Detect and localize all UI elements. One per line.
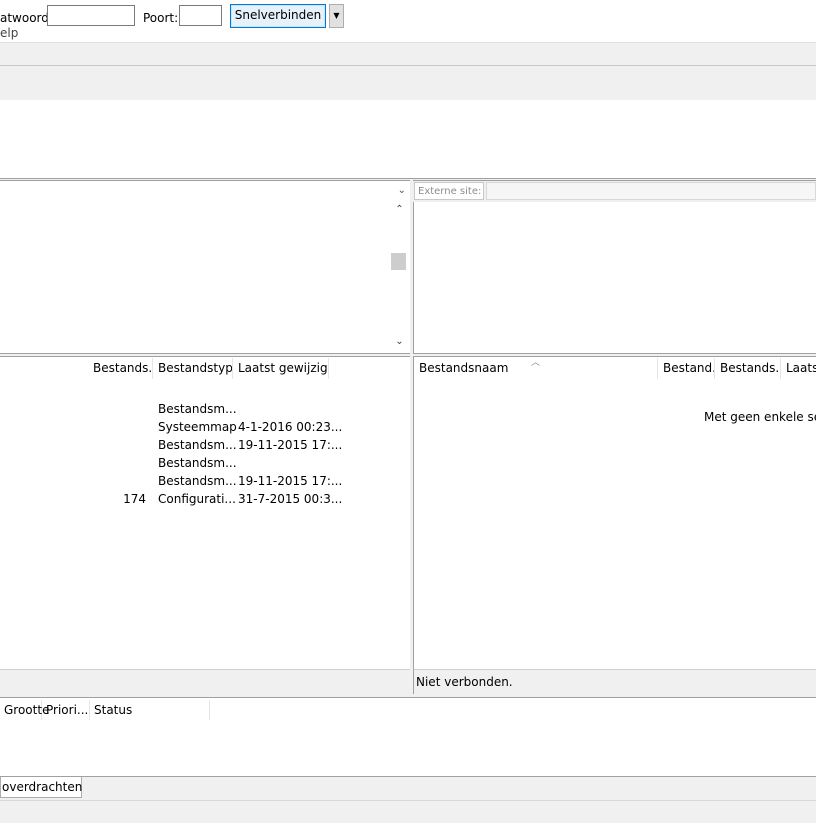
remote-site-input: [486, 182, 816, 200]
local-row-type: Systeemmap: [158, 420, 237, 434]
local-directory-tree[interactable]: [0, 202, 410, 354]
local-status-bar: [0, 669, 410, 694]
chevron-down-icon[interactable]: ⌄: [398, 185, 406, 196]
local-row-type: Configurati...: [158, 492, 236, 506]
local-row-size: [100, 472, 146, 490]
local-row-modified: 31-7-2015 00:3...: [238, 492, 343, 506]
remote-directory-tree[interactable]: [413, 202, 816, 354]
local-row-modified: 19-11-2015 17:...: [238, 438, 343, 452]
scrollbar-thumb[interactable]: [391, 253, 406, 270]
local-column-type[interactable]: Bestandstype: [153, 358, 233, 379]
remote-file-list[interactable]: [413, 356, 816, 670]
local-row-type: Bestandsm...: [158, 402, 237, 416]
queue-column-size[interactable]: Grootte: [0, 700, 49, 720]
quickconnect-bar: [0, 65, 816, 101]
message-log[interactable]: [0, 100, 816, 179]
port-label: Poort:: [143, 11, 179, 25]
status-bar: [0, 800, 816, 823]
local-row-modified: 19-11-2015 17:...: [238, 474, 343, 488]
remote-site-label: Externe site:: [414, 182, 484, 200]
tab-transfers[interactable]: overdrachten: [0, 777, 82, 798]
local-row-modified: 4-1-2016 00:23...: [238, 420, 343, 434]
local-row-size: [100, 436, 146, 454]
local-column-modified[interactable]: Laatst gewijzigd: [233, 358, 329, 379]
queue-column-status[interactable]: Status: [90, 700, 210, 720]
password-label: atwoord:: [0, 11, 53, 25]
quickconnect-dropdown-button[interactable]: ▼: [329, 4, 344, 28]
queue-column-priority[interactable]: Priori...: [42, 700, 90, 720]
scroll-up-icon[interactable]: ⌃: [392, 204, 407, 215]
remote-empty-message: Met geen enkele serv: [704, 410, 816, 424]
local-column-size[interactable]: Bestands...: [88, 358, 153, 379]
password-field[interactable]: [47, 5, 135, 26]
menu-item-help[interactable]: elp: [0, 26, 18, 40]
local-tree-scrollbar[interactable]: [391, 202, 408, 353]
toolbar: [0, 42, 816, 66]
remote-column-size[interactable]: Bestand...: [658, 358, 715, 379]
local-row-size: [100, 454, 146, 472]
remote-column-modified[interactable]: Laatst: [781, 358, 816, 379]
local-row-size: [100, 418, 146, 436]
local-row-type: Bestandsm...: [158, 438, 237, 452]
local-row-size: 174: [123, 492, 146, 506]
sort-ascending-icon: ︿: [531, 358, 541, 368]
local-site-combobox[interactable]: ⌄: [0, 180, 410, 204]
local-row-size: [100, 400, 146, 418]
port-field[interactable]: [179, 5, 222, 26]
remote-column-type[interactable]: Bestands...: [715, 358, 781, 379]
local-row-type: Bestandsm...: [158, 474, 237, 488]
scroll-down-icon[interactable]: ⌄: [392, 336, 407, 347]
local-row-type: Bestandsm...: [158, 456, 237, 470]
quickconnect-button[interactable]: Snelverbinden: [230, 4, 326, 28]
caret-down-icon: ▼: [333, 11, 340, 20]
remote-status-text: Niet verbonden.: [416, 675, 513, 689]
